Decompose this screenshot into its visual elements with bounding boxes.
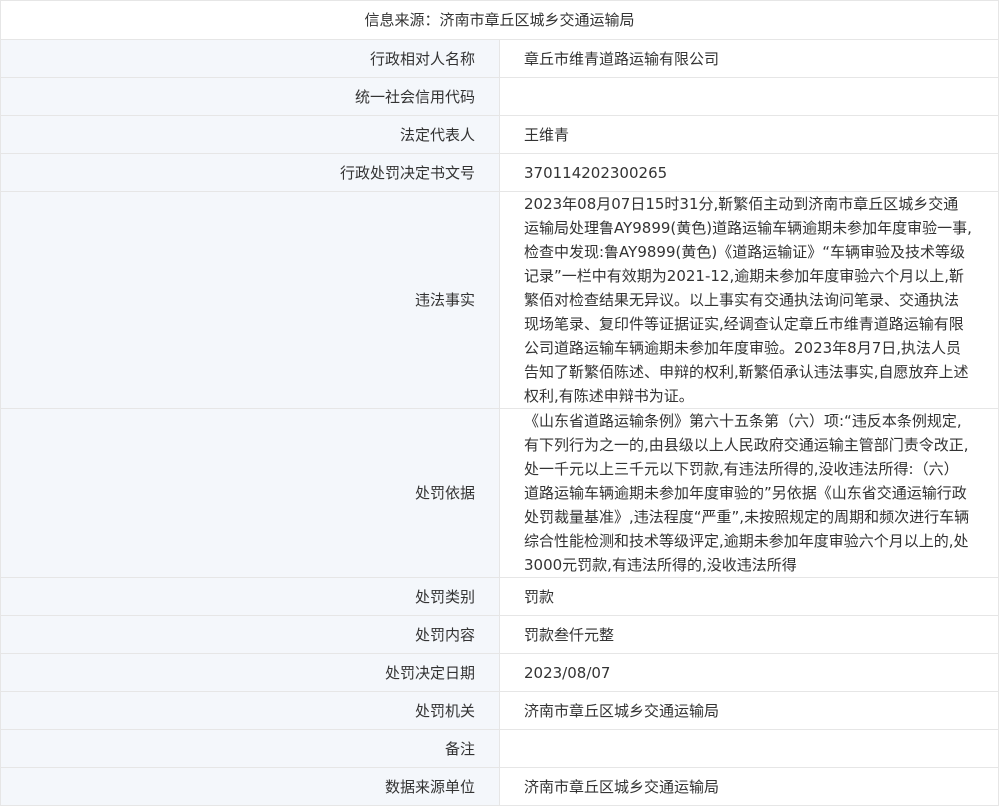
table-row: 行政相对人名称 章丘市维青道路运输有限公司 [0, 39, 999, 78]
value-remarks [499, 729, 999, 768]
label-penalty-basis: 处罚依据 [0, 408, 500, 578]
table-row: 处罚类别 罚款 [0, 577, 999, 616]
source-row: 信息来源：济南市章丘区城乡交通运输局 [0, 0, 999, 40]
value-decision-date: 2023/08/07 [499, 653, 999, 692]
label-violation-facts: 违法事实 [0, 191, 500, 409]
penalty-info-table: 信息来源：济南市章丘区城乡交通运输局 行政相对人名称 章丘市维青道路运输有限公司… [0, 0, 999, 806]
value-penalty-authority: 济南市章丘区城乡交通运输局 [499, 691, 999, 730]
value-legal-representative: 王维青 [499, 115, 999, 154]
label-decision-number: 行政处罚决定书文号 [0, 153, 500, 192]
label-decision-date: 处罚决定日期 [0, 653, 500, 692]
value-data-source: 济南市章丘区城乡交通运输局 [499, 767, 999, 806]
label-legal-representative: 法定代表人 [0, 115, 500, 154]
table-row: 行政处罚决定书文号 370114202300265 [0, 153, 999, 192]
table-row: 备注 [0, 729, 999, 768]
table-row: 处罚决定日期 2023/08/07 [0, 653, 999, 692]
label-penalty-type: 处罚类别 [0, 577, 500, 616]
value-violation-facts: 2023年08月07日15时31分,靳繁佰主动到济南市章丘区城乡交通运输局处理鲁… [499, 191, 999, 409]
value-penalty-type: 罚款 [499, 577, 999, 616]
table-row: 处罚机关 济南市章丘区城乡交通运输局 [0, 691, 999, 730]
value-credit-code [499, 77, 999, 116]
source-cell: 信息来源：济南市章丘区城乡交通运输局 [0, 0, 999, 40]
label-data-source: 数据来源单位 [0, 767, 500, 806]
value-party-name: 章丘市维青道路运输有限公司 [499, 39, 999, 78]
source-label: 信息来源： [364, 11, 440, 29]
label-credit-code: 统一社会信用代码 [0, 77, 500, 116]
label-party-name: 行政相对人名称 [0, 39, 500, 78]
table-row: 统一社会信用代码 [0, 77, 999, 116]
table-row: 违法事实 2023年08月07日15时31分,靳繁佰主动到济南市章丘区城乡交通运… [0, 191, 999, 409]
table-row: 法定代表人 王维青 [0, 115, 999, 154]
value-penalty-basis: 《山东省道路运输条例》第六十五条第（六）项:“违反本条例规定,有下列行为之一的,… [499, 408, 999, 578]
source-value: 济南市章丘区城乡交通运输局 [439, 11, 635, 29]
label-penalty-authority: 处罚机关 [0, 691, 500, 730]
value-decision-number: 370114202300265 [499, 153, 999, 192]
table-row: 处罚依据 《山东省道路运输条例》第六十五条第（六）项:“违反本条例规定,有下列行… [0, 408, 999, 578]
table-row: 处罚内容 罚款叁仟元整 [0, 615, 999, 654]
label-remarks: 备注 [0, 729, 500, 768]
label-penalty-content: 处罚内容 [0, 615, 500, 654]
table-row: 数据来源单位 济南市章丘区城乡交通运输局 [0, 767, 999, 806]
value-penalty-content: 罚款叁仟元整 [499, 615, 999, 654]
